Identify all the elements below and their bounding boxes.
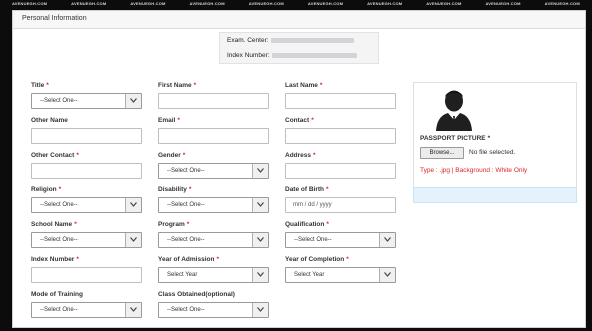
info-alert-bar	[413, 187, 577, 203]
class-obtained-select[interactable]: --Select One--	[158, 302, 269, 318]
religion-label: Religion *	[31, 186, 62, 193]
mode-training-select[interactable]: --Select One--	[31, 302, 142, 318]
gender-select[interactable]: --Select One--	[158, 163, 269, 179]
contact-field[interactable]	[285, 128, 396, 144]
index-number-field[interactable]	[31, 267, 142, 283]
contact-label: Contact *	[285, 117, 314, 124]
redacted-value	[270, 37, 354, 43]
year-admission-label: Year of Admission *	[158, 256, 219, 263]
exam-center-label: Exam. Center:	[227, 37, 269, 44]
passport-picture-box: PASSPORT PICTURE * Browse... No file sele…	[413, 82, 577, 190]
last-name-field[interactable]	[285, 93, 396, 109]
disability-select[interactable]: --Select One--	[158, 197, 269, 213]
watermark-text: AVENUEGH.COM	[367, 1, 403, 6]
panel-header: Personal Information	[13, 11, 585, 29]
browse-button[interactable]: Browse...	[420, 147, 464, 159]
chevron-down-icon	[252, 198, 268, 212]
index-number-label: Index Number *	[31, 256, 79, 263]
program-label: Program *	[158, 221, 190, 228]
redacted-value	[271, 52, 357, 58]
address-field[interactable]	[285, 163, 396, 179]
year-completion-label: Year of Completion *	[285, 256, 349, 263]
watermark-text: AVENUEGH.COM	[426, 1, 462, 6]
watermark-text: AVENUEGH.COM	[189, 1, 225, 6]
personal-information-panel: Personal Information Exam. Center: Index…	[12, 10, 586, 328]
program-select[interactable]: --Select One--	[158, 232, 269, 248]
dob-date-field[interactable]: mm / dd / yyyy	[285, 197, 396, 213]
index-number-row: Index Number:	[227, 52, 357, 59]
disability-label: Disability *	[158, 186, 192, 193]
school-name-select[interactable]: --Select One--	[31, 232, 142, 248]
watermark-text: AVENUEGH.COM	[544, 1, 580, 6]
watermark-text: AVENUEGH.COM	[71, 1, 107, 6]
chevron-down-icon	[252, 268, 268, 282]
photo-type-note: Type : .jpg | Background : White Only	[420, 167, 528, 174]
email-field[interactable]	[158, 128, 269, 144]
gender-label: Gender *	[158, 152, 186, 159]
user-silhouette-icon	[436, 90, 472, 131]
religion-select[interactable]: --Select One--	[31, 197, 142, 213]
chevron-down-icon	[252, 164, 268, 178]
panel-title: Personal Information	[22, 15, 87, 22]
other-name-label: Other Name	[31, 117, 68, 124]
address-label: Address *	[285, 152, 316, 159]
chevron-down-icon	[252, 303, 268, 317]
chevron-down-icon	[125, 94, 141, 108]
email-label: Email *	[158, 117, 180, 124]
watermark-text: AVENUEGH.COM	[307, 1, 344, 6]
year-completion-select[interactable]: Select Year	[285, 267, 396, 283]
qualification-label: Qualification *	[285, 221, 329, 228]
first-name-label: First Name *	[158, 82, 197, 89]
chevron-down-icon	[125, 233, 141, 247]
mode-training-label: Mode of Training	[31, 291, 83, 298]
watermark-text: AVENUEGH.COM	[248, 1, 284, 6]
passport-picture-label: PASSPORT PICTURE *	[420, 135, 491, 142]
other-contact-label: Other Contact *	[31, 152, 79, 159]
other-contact-field[interactable]	[31, 163, 142, 179]
exam-center-row: Exam. Center:	[227, 37, 354, 44]
other-name-field[interactable]	[31, 128, 142, 144]
chevron-down-icon	[379, 268, 395, 282]
school-name-label: School Name *	[31, 221, 77, 228]
title-label: Title *	[31, 82, 49, 89]
watermark-strip: AVENUEGH.COM AVENUEGH.COM AVENUEGH.COM A…	[0, 0, 592, 7]
class-obtained-label: Class Obtained(optional)	[158, 291, 235, 298]
chevron-down-icon	[252, 233, 268, 247]
watermark-text: AVENUEGH.COM	[485, 1, 521, 6]
watermark-text: AVENUEGH.COM	[11, 1, 48, 6]
year-admission-select[interactable]: Select Year	[158, 267, 269, 283]
last-name-label: Last Name *	[285, 82, 323, 89]
file-status-text: No file selected.	[469, 149, 516, 156]
chevron-down-icon	[379, 233, 395, 247]
exam-info-box: Exam. Center: Index Number:	[219, 32, 379, 64]
chevron-down-icon	[125, 198, 141, 212]
index-number-label: Index Number:	[227, 52, 270, 59]
dob-label: Date of Birth *	[285, 186, 329, 193]
qualification-select[interactable]: --Select One--	[285, 232, 396, 248]
title-select[interactable]: --Select One--	[31, 93, 142, 109]
chevron-down-icon	[125, 303, 141, 317]
watermark-text: AVENUEGH.COM	[130, 1, 166, 6]
first-name-field[interactable]	[158, 93, 269, 109]
